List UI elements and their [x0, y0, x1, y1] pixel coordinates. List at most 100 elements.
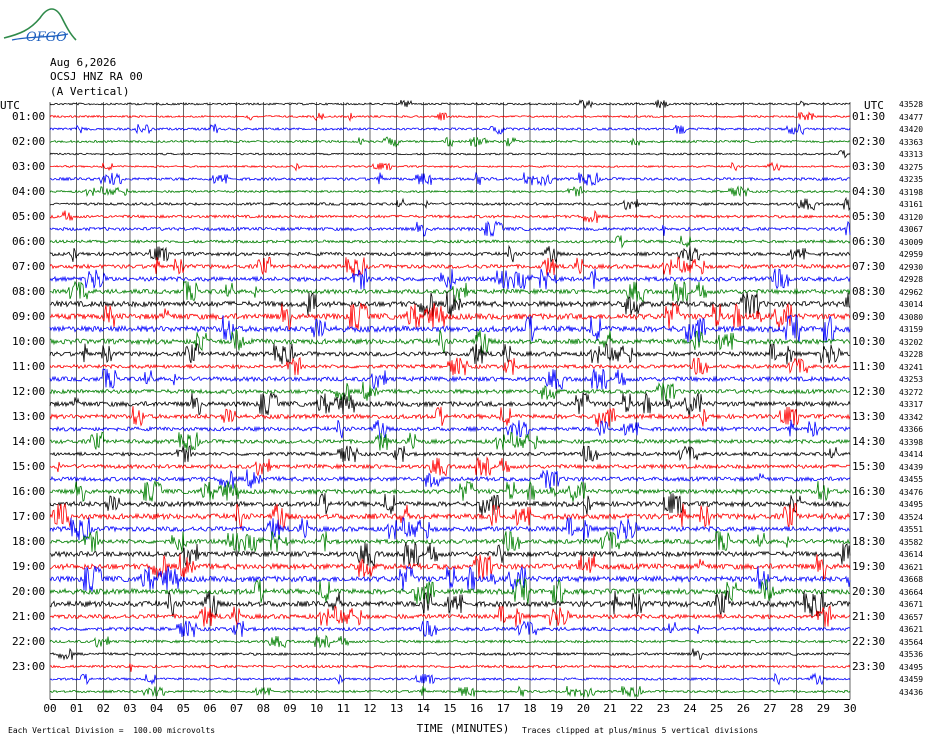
- component-label: (A Vertical): [50, 85, 130, 98]
- right-hour-07:30: 07:30: [852, 259, 886, 273]
- x-tick-05: 05: [176, 701, 190, 715]
- trace-count: 42962: [899, 287, 924, 297]
- left-hour-15:00: 15:00: [12, 459, 46, 473]
- right-hour-11:30: 11:30: [852, 359, 886, 373]
- x-tick-04: 04: [150, 701, 164, 715]
- trace-count: 43551: [899, 525, 924, 534]
- right-hour-21:30: 21:30: [852, 609, 886, 623]
- x-tick-20: 20: [576, 701, 590, 715]
- x-tick-25: 25: [710, 701, 724, 715]
- right-hour-03:30: 03:30: [852, 159, 886, 173]
- trace-count: 43414: [899, 450, 924, 459]
- trace-count: 43524: [899, 512, 924, 522]
- trace-count: 43228: [899, 350, 924, 359]
- left-hour-17:00: 17:00: [12, 509, 46, 523]
- x-tick-24: 24: [683, 701, 697, 715]
- right-hour-14:30: 14:30: [852, 434, 886, 448]
- x-tick-09: 09: [283, 701, 297, 715]
- left-hour-01:00: 01:00: [12, 109, 46, 123]
- trace-count: 43528: [899, 100, 924, 109]
- ofgo-logo: OFGO: [3, 8, 77, 45]
- trace-count: 43657: [899, 612, 924, 622]
- x-tick-28: 28: [790, 701, 804, 715]
- trace-count: 43564: [899, 637, 924, 647]
- trace-count: 43495: [899, 500, 924, 509]
- right-hour-12:30: 12:30: [852, 384, 886, 398]
- x-tick-01: 01: [70, 701, 84, 715]
- trace-count: 43476: [899, 487, 924, 497]
- trace-count: 43275: [899, 162, 924, 172]
- trace-count: 43436: [899, 687, 924, 697]
- trace-count: 43366: [899, 425, 924, 434]
- left-hour-09:00: 09:00: [12, 309, 46, 323]
- right-hour-16:30: 16:30: [852, 484, 886, 498]
- right-hour-13:30: 13:30: [852, 409, 886, 423]
- x-tick-07: 07: [230, 701, 244, 715]
- x-tick-12: 12: [363, 701, 377, 715]
- trace-count: 43420: [899, 125, 924, 134]
- x-axis-label: TIME (MINUTES): [416, 722, 510, 735]
- trace-count: 43009: [899, 237, 924, 247]
- trace-count: 43080: [899, 312, 924, 322]
- trace-count: 43582: [899, 537, 924, 547]
- trace-count: 43495: [899, 662, 924, 672]
- x-tick-19: 19: [550, 701, 564, 715]
- trace-count: 43317: [899, 400, 924, 409]
- x-tick-30: 30: [843, 701, 857, 715]
- station-code: OCSJ HNZ RA 00: [50, 70, 143, 83]
- trace-count: 43014: [899, 300, 924, 309]
- trace-count: 43621: [899, 562, 924, 572]
- trace-count: 42959: [899, 250, 924, 259]
- trace-count: 42930: [899, 262, 924, 272]
- trace-count: 43253: [899, 375, 924, 384]
- right-hour-06:30: 06:30: [852, 234, 886, 248]
- left-hour-04:00: 04:00: [12, 184, 46, 198]
- left-hour-14:00: 14:00: [12, 434, 46, 448]
- right-hour-10:30: 10:30: [852, 334, 886, 348]
- right-hour-01:30: 01:30: [852, 109, 886, 123]
- trace-count: 43536: [899, 650, 924, 659]
- left-hour-13:00: 13:00: [12, 409, 46, 423]
- x-tick-06: 06: [203, 701, 217, 715]
- x-tick-13: 13: [390, 701, 404, 715]
- x-tick-00: 00: [43, 701, 57, 715]
- x-tick-21: 21: [603, 701, 617, 715]
- left-hour-03:00: 03:00: [12, 159, 46, 173]
- trace-count: 43621: [899, 625, 924, 634]
- left-hour-05:00: 05:00: [12, 209, 46, 223]
- trace-count: 42928: [899, 275, 924, 284]
- right-hour-15:30: 15:30: [852, 459, 886, 473]
- left-hour-12:00: 12:00: [12, 384, 46, 398]
- left-hour-02:00: 02:00: [12, 134, 46, 148]
- left-hour-19:00: 19:00: [12, 559, 46, 573]
- x-tick-11: 11: [336, 701, 350, 715]
- clipping-note: Traces clipped at plus/minus 5 vertical …: [522, 726, 759, 735]
- trace-count: 43477: [899, 112, 924, 122]
- trace-count: 43198: [899, 187, 924, 197]
- right-hour-05:30: 05:30: [852, 209, 886, 223]
- x-tick-08: 08: [256, 701, 270, 715]
- x-tick-17: 17: [496, 701, 510, 715]
- left-hour-20:00: 20:00: [12, 584, 46, 598]
- logo-text: OFGO: [26, 30, 67, 45]
- left-hour-08:00: 08:00: [12, 284, 46, 298]
- left-hour-06:00: 06:00: [12, 234, 46, 248]
- x-tick-10: 10: [310, 701, 324, 715]
- trace-count: 43120: [899, 212, 924, 222]
- trace-count: 43455: [899, 475, 924, 484]
- x-tick-03: 03: [123, 701, 137, 715]
- x-tick-15: 15: [443, 701, 457, 715]
- trace-count: 43668: [899, 575, 924, 584]
- trace-count: 43459: [899, 675, 924, 684]
- trace-count: 43202: [899, 337, 924, 347]
- trace-count: 43161: [899, 200, 924, 209]
- right-hour-23:30: 23:30: [852, 659, 886, 673]
- trace-count: 43067: [899, 225, 924, 234]
- right-hour-18:30: 18:30: [852, 534, 886, 548]
- x-tick-23: 23: [656, 701, 670, 715]
- left-hour-07:00: 07:00: [12, 259, 46, 273]
- trace-count: 43398: [899, 437, 924, 447]
- left-hour-21:00: 21:00: [12, 609, 46, 623]
- x-tick-26: 26: [736, 701, 750, 715]
- right-hour-02:30: 02:30: [852, 134, 886, 148]
